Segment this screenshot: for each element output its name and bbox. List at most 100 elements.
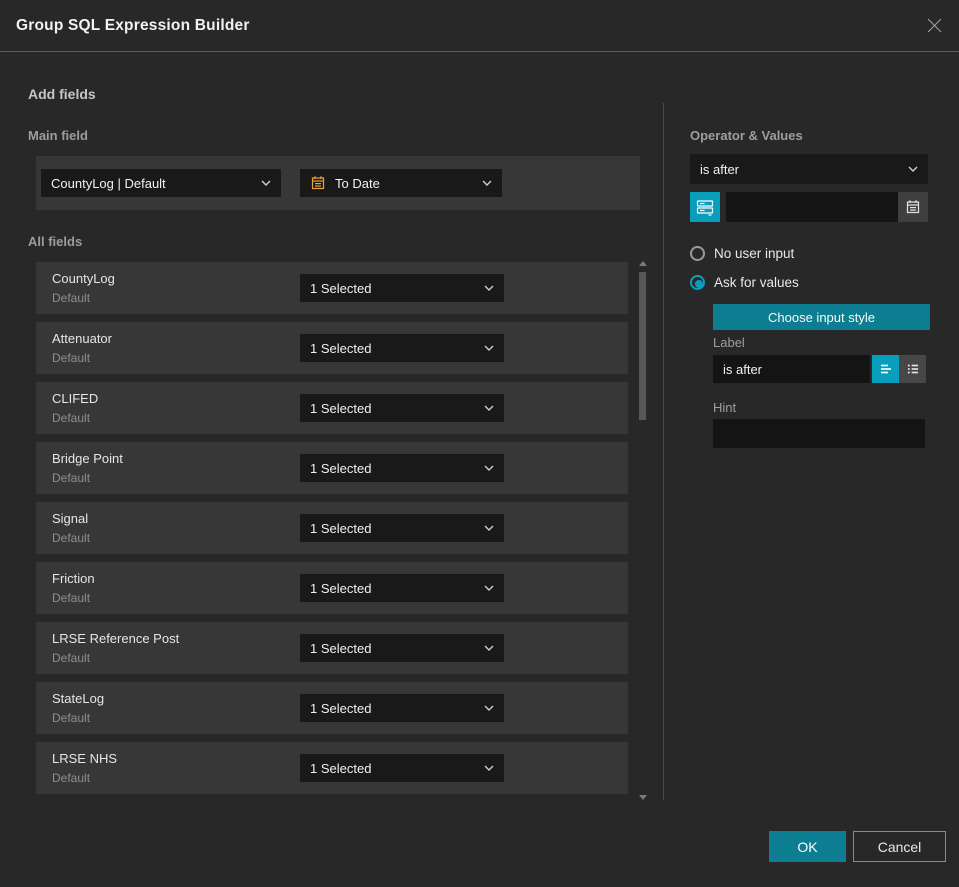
field-row: Attenuator Default 1 Selected: [36, 322, 628, 374]
dialog-header: Group SQL Expression Builder: [0, 0, 959, 52]
field-selection-dropdown[interactable]: 1 Selected: [300, 634, 504, 662]
label-input[interactable]: [713, 355, 870, 383]
add-fields-heading: Add fields: [28, 86, 96, 102]
value-type-icon: [696, 200, 714, 216]
chevron-down-icon: [484, 285, 494, 291]
chevron-down-icon: [484, 525, 494, 531]
field-subtitle: Default: [52, 411, 91, 425]
chevron-down-icon: [484, 465, 494, 471]
field-selection-dropdown[interactable]: 1 Selected: [300, 574, 504, 602]
field-name: Signal: [52, 511, 89, 526]
dialog-title: Group SQL Expression Builder: [16, 16, 250, 34]
field-subtitle: Default: [52, 531, 91, 545]
value-input[interactable]: [726, 192, 898, 222]
field-selection-value: 1 Selected: [310, 520, 372, 536]
field-name: CLIFED: [52, 391, 99, 406]
text-style-toggle-button[interactable]: [872, 355, 899, 383]
hint-input[interactable]: [713, 419, 925, 448]
all-fields-list: CountyLog Default 1 Selected Attenuator …: [36, 262, 628, 802]
scroll-up-arrow-icon[interactable]: [639, 261, 647, 266]
field-row: LRSE NHS Default 1 Selected: [36, 742, 628, 794]
field-name: Bridge Point: [52, 451, 123, 466]
chevron-down-icon: [484, 765, 494, 771]
date-field-dropdown-value: To Date: [335, 175, 380, 191]
chevron-down-icon: [484, 585, 494, 591]
field-selection-dropdown[interactable]: 1 Selected: [300, 754, 504, 782]
field-row: Friction Default 1 Selected: [36, 562, 628, 614]
field-row: Bridge Point Default 1 Selected: [36, 442, 628, 494]
field-selection-dropdown[interactable]: 1 Selected: [300, 274, 504, 302]
cancel-button[interactable]: Cancel: [853, 831, 946, 862]
list-style-toggle-button[interactable]: [899, 355, 926, 383]
date-picker-button[interactable]: [898, 192, 928, 222]
calendar-icon: [310, 175, 326, 191]
operator-dropdown-value: is after: [700, 161, 740, 177]
field-selection-dropdown[interactable]: 1 Selected: [300, 694, 504, 722]
calendar-icon: [906, 199, 920, 214]
bullet-list-icon: [906, 363, 919, 375]
field-row: StateLog Default 1 Selected: [36, 682, 628, 734]
panel-divider: [663, 103, 664, 800]
field-subtitle: Default: [52, 591, 91, 605]
field-selection-dropdown[interactable]: 1 Selected: [300, 394, 504, 422]
scroll-down-arrow-icon[interactable]: [639, 795, 647, 800]
chevron-down-icon: [484, 645, 494, 651]
all-fields-label: All fields: [28, 234, 83, 249]
field-selection-value: 1 Selected: [310, 760, 372, 776]
fields-list-scrollbar: [637, 259, 649, 802]
field-selection-value: 1 Selected: [310, 400, 372, 416]
main-field-bar: CountyLog | Default To Date: [36, 156, 640, 210]
field-selection-value: 1 Selected: [310, 640, 372, 656]
field-name: Friction: [52, 571, 95, 586]
field-selection-value: 1 Selected: [310, 280, 372, 296]
field-name: LRSE NHS: [52, 751, 118, 766]
operator-values-heading: Operator & Values: [690, 128, 803, 143]
radio-icon: [690, 275, 705, 290]
label-field-label: Label: [713, 335, 745, 350]
field-subtitle: Default: [52, 771, 91, 785]
field-name: StateLog: [52, 691, 105, 706]
hint-field-label: Hint: [713, 400, 737, 415]
choose-input-style-button[interactable]: Choose input style: [713, 304, 930, 330]
field-subtitle: Default: [52, 351, 91, 365]
radio-option[interactable]: No user input: [690, 245, 930, 262]
close-icon: [926, 18, 942, 33]
field-subtitle: Default: [52, 711, 91, 725]
field-name: Attenuator: [52, 331, 112, 346]
user-input-radio-group: No user input Ask for values: [690, 245, 930, 303]
field-selection-value: 1 Selected: [310, 460, 372, 476]
radio-label: No user input: [714, 246, 795, 261]
field-name: LRSE Reference Post: [52, 631, 180, 646]
chevron-down-icon: [482, 180, 492, 186]
date-field-dropdown[interactable]: To Date: [300, 169, 502, 197]
label-style-toggle-group: [872, 355, 926, 383]
field-row: CLIFED Default 1 Selected: [36, 382, 628, 434]
field-name: CountyLog: [52, 271, 115, 286]
chevron-down-icon: [484, 405, 494, 411]
field-selection-value: 1 Selected: [310, 700, 372, 716]
ok-button[interactable]: OK: [769, 831, 846, 862]
field-selection-value: 1 Selected: [310, 340, 372, 356]
field-row: Signal Default 1 Selected: [36, 502, 628, 554]
field-selection-dropdown[interactable]: 1 Selected: [300, 334, 504, 362]
value-type-button[interactable]: [690, 192, 720, 222]
field-subtitle: Default: [52, 471, 91, 485]
field-row: LRSE Reference Post Default 1 Selected: [36, 622, 628, 674]
field-selection-dropdown[interactable]: 1 Selected: [300, 454, 504, 482]
field-selection-value: 1 Selected: [310, 580, 372, 596]
field-selection-dropdown[interactable]: 1 Selected: [300, 514, 504, 542]
main-field-dropdown[interactable]: CountyLog | Default: [41, 169, 281, 197]
main-field-label: Main field: [28, 128, 88, 143]
chevron-down-icon: [908, 166, 918, 172]
radio-option[interactable]: Ask for values: [690, 274, 930, 291]
radio-icon: [690, 246, 705, 261]
scrollbar-thumb[interactable]: [639, 272, 646, 420]
main-field-dropdown-value: CountyLog | Default: [51, 175, 166, 191]
radio-label: Ask for values: [714, 275, 799, 290]
chevron-down-icon: [484, 345, 494, 351]
operator-dropdown[interactable]: is after: [690, 154, 928, 184]
close-button[interactable]: [923, 15, 945, 37]
field-subtitle: Default: [52, 651, 91, 665]
field-subtitle: Default: [52, 291, 91, 305]
field-row: CountyLog Default 1 Selected: [36, 262, 628, 314]
